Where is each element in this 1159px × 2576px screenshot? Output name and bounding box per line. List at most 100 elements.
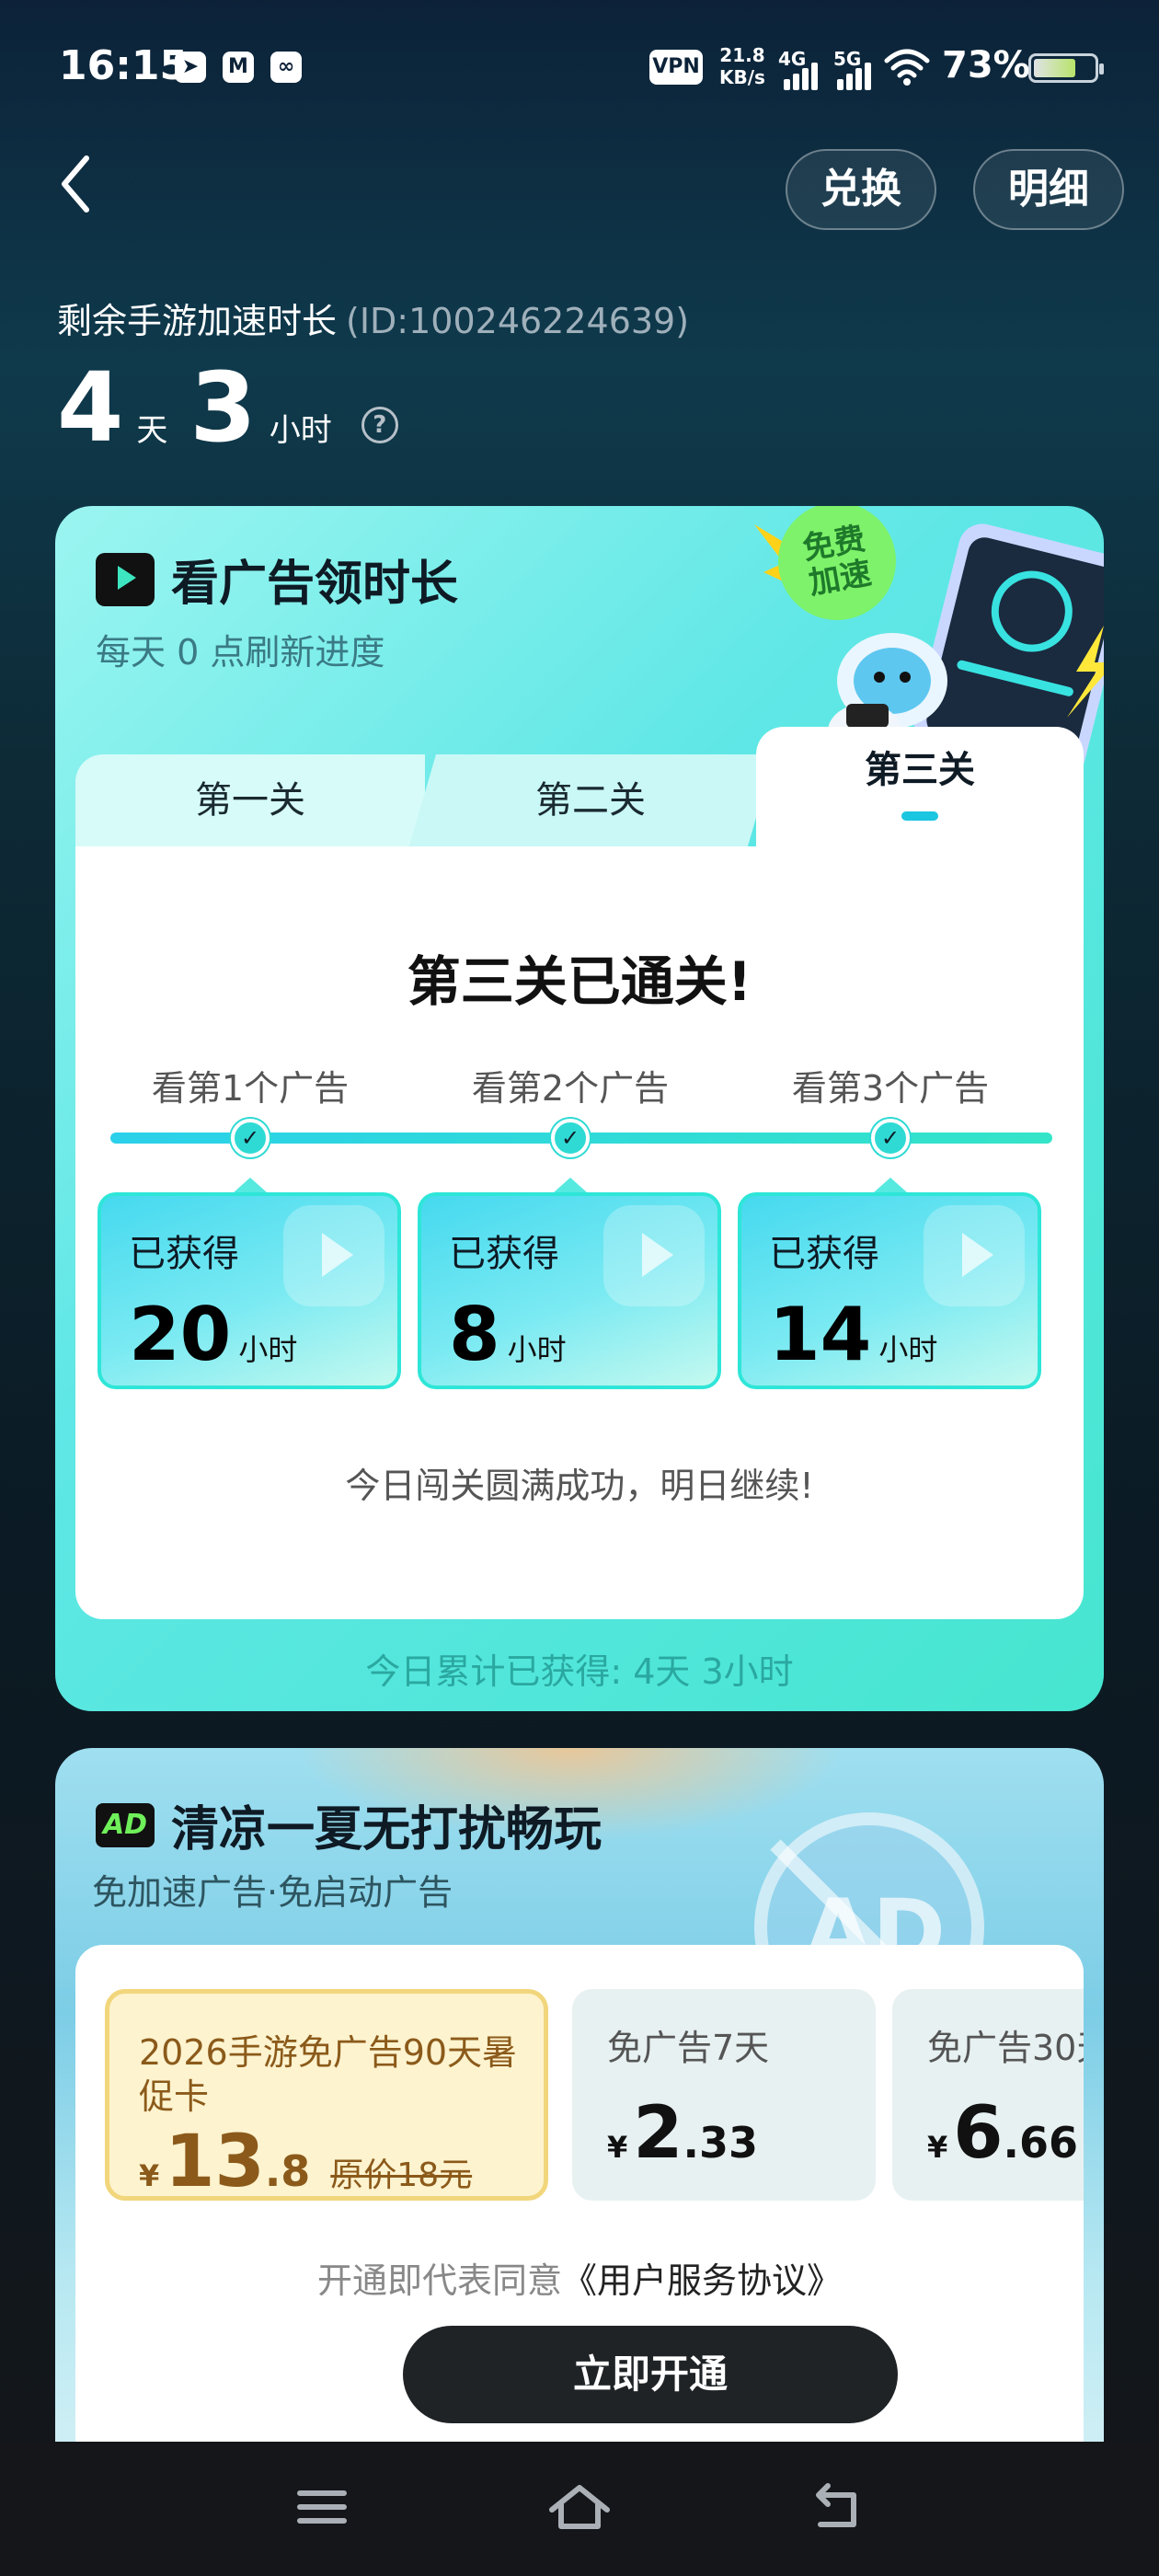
play-icon: [603, 1205, 705, 1306]
system-nav-bar: [0, 2442, 1159, 2576]
plan-title: 免广告7天: [607, 2028, 770, 2068]
user-id: (ID:100246224639): [346, 301, 690, 341]
step-label-2: 看第2个广告: [471, 1068, 670, 1109]
hours-unit: 小时: [269, 412, 332, 449]
step-3-check-icon: ✓: [871, 1119, 910, 1157]
remaining-time-title: 剩余手游加速时长 (ID:100246224639): [57, 293, 689, 343]
detail-button[interactable]: 明细: [973, 149, 1124, 230]
step-label-1: 看第1个广告: [151, 1068, 350, 1109]
ad-progress-panel: 第三关已通关! 看第1个广告 看第2个广告 看第3个广告 ✓ ✓ ✓ 已获得 2…: [75, 846, 1084, 1619]
price-integer: 13: [165, 2121, 265, 2201]
plan-price: ¥ 2 .33: [607, 2092, 758, 2175]
price-integer: 2: [633, 2092, 683, 2175]
step-1-pointer: [234, 1178, 267, 1192]
plan-title: 免广告30天: [927, 2028, 1084, 2068]
tab-level-3[interactable]: 第三关: [756, 727, 1084, 856]
exchange-button[interactable]: 兑换: [786, 149, 936, 230]
success-message: 今日闯关圆满成功，明日继续!: [345, 1466, 814, 1506]
currency-symbol: ¥: [139, 2158, 160, 2193]
remaining-title-text: 剩余手游加速时长: [57, 301, 338, 341]
currency-symbol: ¥: [927, 2130, 948, 2165]
status-time: 16:15: [59, 42, 189, 89]
play-icon: [283, 1205, 384, 1306]
ad-card-subtitle: 每天 0 点刷新进度: [96, 632, 385, 673]
reward-card-2: 已获得 8 小时: [418, 1192, 721, 1389]
plan-price: ¥ 6 .66: [927, 2092, 1078, 2175]
price-decimal: .33: [683, 2118, 759, 2168]
plan-option-90d[interactable]: 2026手游免广告90天暑促卡 ¥ 13 .8 原价18元: [105, 1989, 548, 2201]
agreement-text: 开通即代表同意《用户服务协议》: [75, 2252, 1084, 2303]
plan-title: 2026手游免广告90天暑促卡: [139, 2032, 518, 2117]
level-cleared-title: 第三关已通关!: [407, 950, 752, 1013]
step-2-check-icon: ✓: [551, 1119, 590, 1157]
battery-percent: 73%: [942, 44, 1030, 86]
reward-label: 已获得: [449, 1233, 559, 1275]
price-integer: 6: [953, 2092, 1004, 2175]
today-total-earned: 今日累计已获得: 4天 3小时: [365, 1651, 794, 1692]
wifi-icon: [884, 49, 930, 86]
tab-level-1[interactable]: 第一关: [75, 754, 425, 856]
help-icon[interactable]: ?: [361, 407, 398, 443]
reward-card-1: 已获得 20 小时: [98, 1192, 401, 1389]
ad-badge-icon: AD: [96, 1802, 155, 1847]
signal-5g-icon: [837, 53, 878, 90]
step-3-pointer: [874, 1178, 907, 1192]
back-icon[interactable]: [800, 2475, 874, 2539]
step-2-pointer: [554, 1178, 587, 1192]
reward-card-3: 已获得 14 小时: [738, 1192, 1041, 1389]
menu-icon[interactable]: [285, 2475, 359, 2539]
battery-icon: [1028, 53, 1104, 83]
active-tab-indicator: [901, 811, 938, 821]
reward-label: 已获得: [129, 1233, 239, 1275]
back-arrow-icon[interactable]: [50, 147, 105, 221]
speed-value: 21.8: [719, 44, 765, 66]
reward-value: 20 小时: [129, 1292, 297, 1377]
tab-level-2[interactable]: 第二关: [407, 754, 775, 856]
status-bar: 16:15 ➤ M ∞ VPN 21.8 KB/s 4G 5G 73%: [0, 0, 1159, 138]
signal-4g-icon: [784, 53, 824, 90]
original-price: 原价18元: [330, 2156, 473, 2194]
level-tabs: 第一关 第二关 第三关: [75, 727, 1084, 856]
subscribe-now-button[interactable]: 立即开通: [403, 2326, 898, 2423]
reward-unit: 小时: [878, 1332, 938, 1367]
telegram-icon: ➤: [175, 52, 206, 83]
reward-unit: 小时: [507, 1332, 567, 1367]
tv-play-icon: [96, 552, 155, 606]
ad-card-header: 看广告领时长: [96, 545, 458, 614]
play-icon: [924, 1205, 1025, 1306]
watch-ad-card: 看广告领时长 每天 0 点刷新进度 免费 加速 第一关 第二关 第三关 第三关已…: [55, 506, 1104, 1711]
link-icon: ∞: [270, 52, 302, 83]
step-1-check-icon: ✓: [231, 1119, 270, 1157]
home-icon[interactable]: [543, 2475, 616, 2539]
user-agreement-link[interactable]: 《用户服务协议》: [562, 2260, 842, 2301]
reward-value: 14 小时: [769, 1292, 937, 1377]
tab-level-3-label: 第三关: [865, 749, 975, 791]
reward-number: 8: [449, 1292, 500, 1377]
promo-subtitle: 免加速广告·免启动广告: [92, 1872, 453, 1913]
plan-price: ¥ 13 .8 原价18元: [139, 2121, 473, 2201]
remaining-hours: 3: [189, 351, 257, 464]
network-speed: 21.8 KB/s: [719, 44, 765, 88]
reward-value: 8 小时: [449, 1292, 567, 1377]
mail-icon: M: [223, 52, 254, 83]
days-unit: 天: [136, 412, 168, 449]
promo-title: 清凉一夏无打扰畅玩: [171, 1802, 602, 1857]
reward-label: 已获得: [769, 1233, 879, 1275]
step-labels: 看第1个广告 看第2个广告 看第3个广告: [75, 1060, 1084, 1115]
plan-option-30d[interactable]: 免广告30天 ¥ 6 .66: [892, 1989, 1084, 2201]
reward-unit: 小时: [238, 1332, 298, 1367]
speed-unit: KB/s: [719, 66, 765, 88]
plan-option-7d[interactable]: 免广告7天 ¥ 2 .33: [572, 1989, 876, 2201]
remaining-time-amount: 4 天 3 小时 ?: [57, 351, 398, 464]
currency-symbol: ¥: [607, 2130, 628, 2165]
vpn-badge: VPN: [649, 50, 703, 85]
reward-number: 14: [769, 1292, 872, 1377]
promo-header: AD 清凉一夏无打扰畅玩: [96, 1790, 602, 1859]
price-decimal: .66: [1003, 2118, 1079, 2168]
step-label-3: 看第3个广告: [791, 1068, 990, 1109]
ad-card-title: 看广告领时长: [171, 557, 459, 612]
remaining-days: 4: [57, 351, 124, 464]
agreement-prefix: 开通即代表同意: [316, 2260, 562, 2301]
price-decimal: .8: [264, 2146, 311, 2196]
reward-number: 20: [129, 1292, 232, 1377]
